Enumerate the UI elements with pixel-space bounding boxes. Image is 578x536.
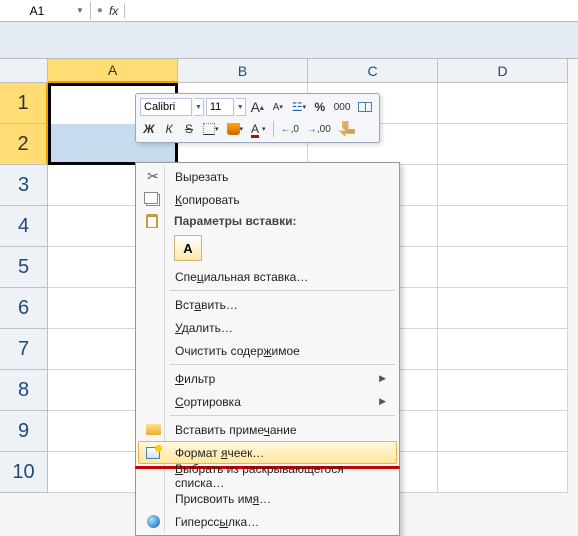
col-header-C[interactable]: C [308,59,438,83]
merge-center-button[interactable] [355,98,375,116]
col-header-B[interactable]: B [178,59,308,83]
select-all-corner[interactable] [0,59,48,83]
fill-color-button[interactable]: ▾ [224,120,247,138]
increase-decimal-button[interactable]: ←,0 [278,120,302,138]
hyperlink-icon [147,515,160,528]
strikethrough-button[interactable]: S [180,120,198,138]
scissors-icon: ✂ [147,168,159,185]
formula-bar: ▼ ● fx [0,0,578,22]
ribbon-gap [0,22,578,59]
ctx-insert[interactable]: Вставить… [138,293,397,316]
col-header-A[interactable]: A [48,59,178,83]
ctx-delete[interactable]: Удалить… [138,316,397,339]
row-header-9[interactable]: 9 [0,411,48,452]
submenu-arrow-icon: ▶ [379,396,386,407]
format-painter-icon [339,121,355,137]
font-size-input[interactable] [206,98,234,116]
shrink-font-button[interactable]: A▾ [269,98,287,116]
ctx-clear-contents[interactable]: Очистить содержимое [138,339,397,362]
name-box-dropdown-icon[interactable]: ▼ [72,6,88,15]
copy-icon [146,194,160,206]
font-color-icon: A [251,122,259,136]
row-header-8[interactable]: 8 [0,370,48,411]
row-header-4[interactable]: 4 [0,206,48,247]
insert-function-area: ● fx [91,4,125,18]
merge-icon [358,102,372,112]
percent-format-button[interactable]: % [311,98,329,116]
italic-button[interactable]: К [160,120,178,138]
font-color-button[interactable]: A▾ [248,120,269,138]
ctx-filter[interactable]: Фильтр ▶ [138,367,397,390]
cancel-icon[interactable]: ● [97,5,103,16]
submenu-arrow-icon: ▶ [379,373,386,384]
name-box-wrap: ▼ [0,2,91,20]
formula-input[interactable] [125,2,578,20]
context-menu: ✂ Вырезать Копировать Параметры вставки:… [135,162,400,536]
ctx-sort[interactable]: Сортировка ▶ [138,390,397,413]
ctx-pick-from-list[interactable]: Выбрать из раскрывающегося списка… [138,464,397,487]
ctx-insert-comment[interactable]: Вставить примечание [138,418,397,441]
paste-options-row: A [138,231,397,265]
comma-format-button[interactable]: 000 [331,98,353,116]
paste-option-default[interactable]: A [174,235,202,261]
row-header-7[interactable]: 7 [0,329,48,370]
row-header-6[interactable]: 6 [0,288,48,329]
ctx-copy[interactable]: Копировать [138,188,397,211]
font-size-dropdown-icon[interactable]: ▼ [236,98,246,116]
col-header-D[interactable]: D [438,59,568,83]
row-header-3[interactable]: 3 [0,165,48,206]
ctx-paste-options-header: Параметры вставки: [138,211,397,231]
grow-font-button[interactable]: A▴ [248,98,267,116]
mini-toolbar: ▼ ▼ A▴ A▾ ☳▾ % 000 Ж К S ▾ ▾ A▾ ←,0 →,00 [135,93,380,143]
border-icon [203,123,215,135]
ctx-cut[interactable]: ✂ Вырезать [138,165,397,188]
name-box[interactable] [2,2,72,20]
row-header-2[interactable]: 2 [0,124,48,165]
ctx-paste-special[interactable]: Специальная вставка… [138,265,397,288]
ctx-define-name[interactable]: Присвоить имя… [138,487,397,510]
row-headers: 1 2 3 4 5 6 7 8 9 10 [0,83,48,493]
clipboard-icon [146,214,158,228]
format-cells-icon [146,447,160,459]
fx-icon[interactable]: fx [109,4,118,18]
row-header-1[interactable]: 1 [0,83,48,124]
row-header-5[interactable]: 5 [0,247,48,288]
font-name-dropdown-icon[interactable]: ▼ [194,98,204,116]
bold-button[interactable]: Ж [140,120,158,138]
column-headers: A B C D [48,59,568,83]
ctx-hyperlink[interactable]: Гиперссылка… [138,510,397,533]
font-name-input[interactable] [140,98,192,116]
row-header-10[interactable]: 10 [0,452,48,493]
format-painter-button[interactable] [336,120,358,138]
fill-icon [227,123,240,135]
borders-button[interactable]: ▾ [200,120,222,138]
comment-icon [146,424,161,435]
decrease-decimal-button[interactable]: →,00 [304,120,334,138]
accounting-format-button[interactable]: ☳▾ [289,98,309,116]
